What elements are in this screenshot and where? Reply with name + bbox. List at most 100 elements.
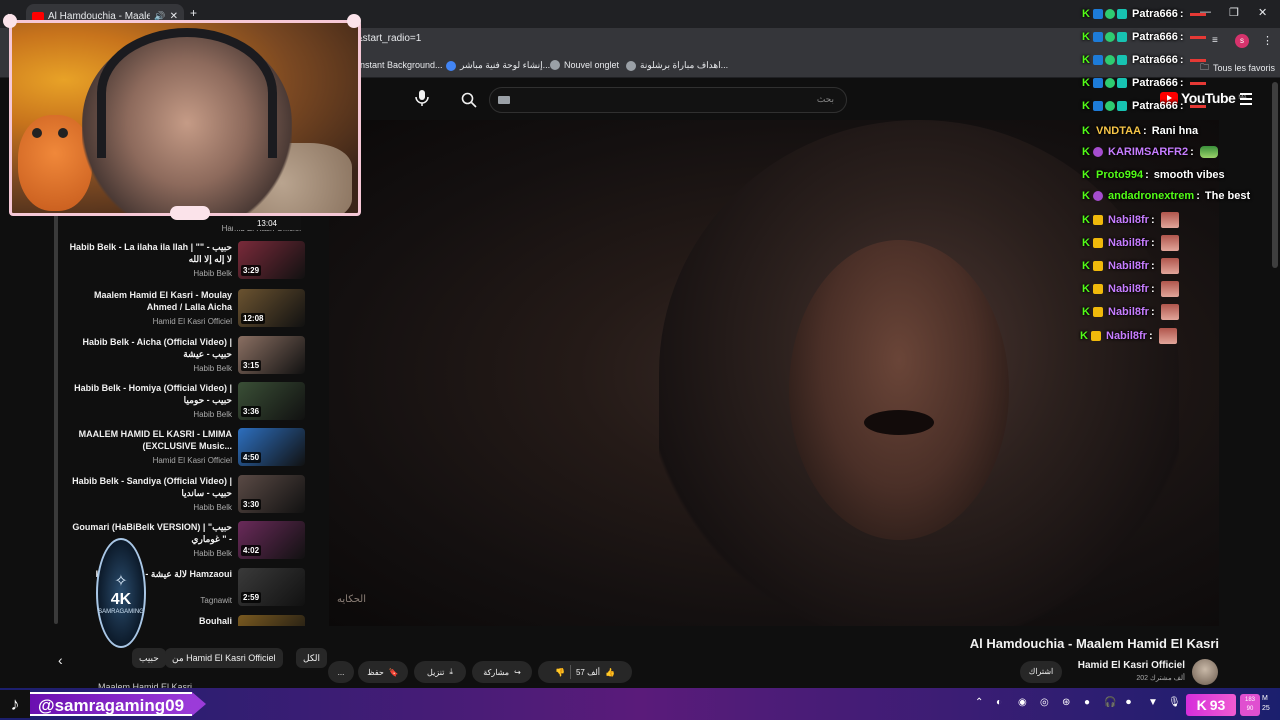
video-thumbnail[interactable]: 3:36 <box>238 382 305 420</box>
chat-badge-icon <box>1093 147 1103 157</box>
search-placeholder: بحث <box>816 94 834 104</box>
tray-chevron-icon[interactable]: ⌃ <box>975 697 983 708</box>
chat-text: The best <box>1204 190 1251 202</box>
chat-emote-bar <box>1189 58 1206 62</box>
video-thumbnail[interactable] <box>238 615 305 626</box>
list-item-title[interactable]: Maalem Hamid El Kasri - Moulay Ahmed / L… <box>67 289 232 313</box>
globe-icon <box>626 60 636 71</box>
list-item[interactable]: 4:02 Goumari (HaBiBelk VERSION) | "حبيب -… <box>60 521 305 565</box>
restore-icon[interactable]: ❐ <box>1229 6 1239 19</box>
list-item-channel: Tagnawit <box>200 596 232 605</box>
list-item-title[interactable]: Habib Belk - Aicha (Official Video) | حب… <box>67 336 232 360</box>
chat-emote-bar <box>1189 104 1206 108</box>
list-item[interactable]: 3:29 Habib Belk - La ilaha ila llah | "حب… <box>60 241 305 285</box>
subscribe-button[interactable]: اشتراك <box>1020 661 1062 683</box>
kick-icon: K <box>1080 330 1088 342</box>
video-thumbnail[interactable]: 12:08 <box>238 289 305 327</box>
list-item-title[interactable]: Bouhali <box>67 615 232 626</box>
like-count[interactable]: 57 ألف <box>576 668 600 677</box>
tray-app-icon[interactable]: ◉ <box>1018 697 1027 708</box>
chat-emote <box>1199 146 1218 158</box>
tray-app-icon[interactable]: ▼ <box>1148 697 1158 708</box>
search-button[interactable] <box>449 87 489 113</box>
profile-avatar[interactable]: s <box>1235 34 1249 48</box>
video-frame-mouth <box>864 410 934 435</box>
list-item[interactable]: 3:15 Habib Belk - Aicha (Official Video) … <box>60 336 305 380</box>
headset-icon[interactable]: 🎧 <box>1104 697 1116 708</box>
kick-icon: K <box>1082 146 1090 158</box>
share-button[interactable]: مشاركة ↪ <box>472 661 532 683</box>
chat-emote-bar <box>1189 12 1206 16</box>
record-icon[interactable]: ⏺ <box>1126 697 1131 708</box>
webcam-overlay <box>9 20 361 216</box>
chat-badge-icon <box>1093 261 1103 271</box>
chat-badge-icon <box>1105 9 1115 19</box>
browser-menu-icon[interactable]: ⋮ <box>1262 34 1273 47</box>
new-tab-button[interactable]: + <box>190 6 197 20</box>
bookmark-item[interactable]: إنشاء لوحة فنية مباشر... <box>446 60 550 71</box>
tray-app-icon[interactable]: ◐ <box>996 697 1002 708</box>
chat-badge-icon <box>1093 9 1103 19</box>
list-item[interactable]: 4:50 MAALEM HAMID EL KASRI - LMIMA (EXCLU… <box>60 428 305 472</box>
video-thumbnail[interactable]: 4:50 <box>238 428 305 466</box>
all-favorites[interactable]: 🗀 Tous les favoris <box>1200 60 1275 76</box>
chip-all[interactable]: الكل <box>296 648 328 668</box>
url-text[interactable]: &start_radio=1 <box>356 33 421 44</box>
list-item[interactable]: 12:08 Maalem Hamid El Kasri - Moulay Ahme… <box>60 289 305 333</box>
bookmark-item[interactable]: اهداف مباراة برشلونة... <box>626 60 728 71</box>
playlist-scrollbar[interactable] <box>54 214 58 624</box>
window-close-icon[interactable]: ✕ <box>1258 6 1267 19</box>
chat-username: Proto994 <box>1096 169 1144 181</box>
chrome-icon[interactable]: ● <box>1084 697 1090 708</box>
chevron-left-icon[interactable]: ‹ <box>58 652 63 668</box>
list-item-title[interactable]: MAALEM HAMID EL KASRI - LMIMA (EXCLUSIVE… <box>67 428 232 452</box>
keyboard-icon[interactable] <box>498 96 510 104</box>
save-button[interactable]: حفظ 🔖 <box>358 661 408 683</box>
like-icon[interactable]: 👍 <box>605 668 615 677</box>
list-item[interactable]: 3:30 Habib Belk - Sandiya (Official Video… <box>60 475 305 519</box>
list-item-title[interactable]: Habib Belk - Sandiya (Official Video) | … <box>67 475 232 499</box>
list-item[interactable]: Bouhali <box>60 615 305 626</box>
chat-separator: : <box>1179 77 1184 89</box>
chat-emote-bar <box>1189 35 1206 39</box>
chip-from-channel[interactable]: من Hamid El Kasri Officiel <box>165 648 283 668</box>
chip-habib[interactable]: حبيب <box>132 648 166 668</box>
microphone-icon[interactable] <box>414 89 430 112</box>
video-thumbnail[interactable]: 4:02 <box>238 521 305 559</box>
more-actions-button[interactable]: ... <box>328 661 354 683</box>
dislike-icon[interactable]: 👎 <box>555 668 565 677</box>
list-item-title[interactable]: Habib Belk - Homiya (Official Video) | ح… <box>67 382 232 406</box>
download-button[interactable]: تنزيل ⤓ <box>414 661 466 683</box>
list-item-title[interactable]: Habib Belk - La ilaha ila llah | "حبيب -… <box>67 241 232 265</box>
bookmark-item[interactable]: Nouvel onglet <box>550 60 619 70</box>
chat-username: Nabil8fr <box>1108 214 1149 226</box>
list-item-channel: Habib Belk <box>193 410 232 419</box>
video-title: Al Hamdouchia - Maalem Hamid El Kasri <box>969 636 1219 651</box>
list-item[interactable]: 3:36 Habib Belk - Homiya (Official Video)… <box>60 382 305 426</box>
kick-icon: K <box>1082 237 1090 249</box>
video-thumbnail[interactable]: 3:15 <box>238 336 305 374</box>
duration-badge: 3:30 <box>241 499 262 510</box>
video-frame-face <box>789 240 1009 540</box>
microphone-tray-icon[interactable]: 🎙 <box>1168 697 1181 708</box>
video-thumbnail[interactable]: 2:59 <box>238 568 305 606</box>
video-thumbnail[interactable]: 3:29 <box>238 241 305 279</box>
page-scrollbar[interactable] <box>1272 82 1278 268</box>
tray-app-icon[interactable]: ◎ <box>1040 697 1049 708</box>
bookmark-item[interactable]: nstant Background... <box>360 60 443 70</box>
duration-badge: 3:29 <box>241 265 262 276</box>
video-thumbnail[interactable]: 3:30 <box>238 475 305 513</box>
channel-avatar[interactable] <box>1192 659 1218 685</box>
chat-badge-icon <box>1117 32 1127 42</box>
cam-frame-decoration <box>170 206 210 220</box>
list-item-title[interactable]: Lalla Aicha - لالة عيشة Hamzaoui <box>67 568 232 580</box>
hamburger-menu-icon[interactable] <box>1240 93 1252 108</box>
steam-icon[interactable]: ⊛ <box>1062 697 1070 708</box>
chat-message: K Nabil8fr : <box>1082 212 1179 228</box>
clock[interactable]: M 25 <box>1262 694 1270 714</box>
search-input[interactable]: بحث <box>489 87 847 113</box>
list-item-title[interactable]: Goumari (HaBiBelk VERSION) | "حبيب - " غ… <box>67 521 232 545</box>
reading-list-icon[interactable]: ≡ <box>1212 35 1218 46</box>
duration-badge: 12:08 <box>241 313 266 324</box>
channel-name[interactable]: Hamid El Kasri Officiel <box>1060 660 1185 671</box>
